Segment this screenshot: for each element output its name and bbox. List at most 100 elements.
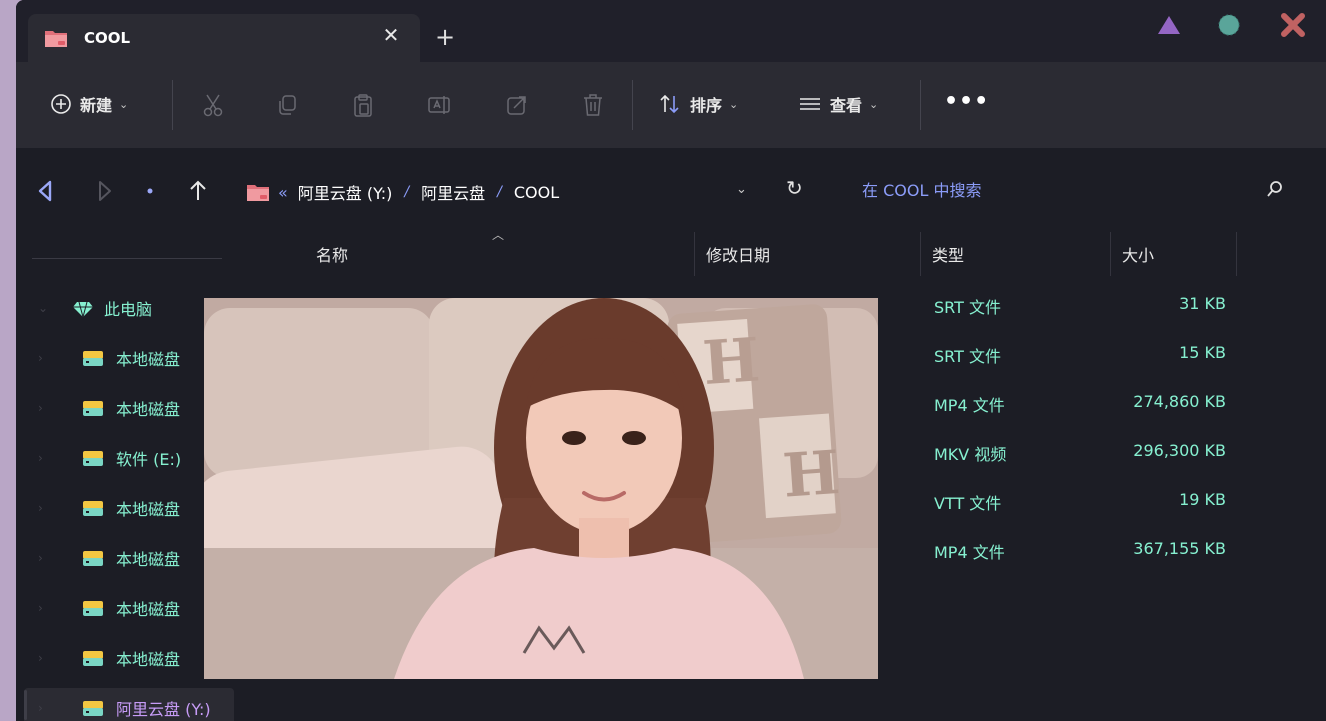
column-header-type[interactable]: 类型 [932,242,964,270]
drive-icon [83,701,103,716]
breadcrumb-folder[interactable]: 阿里云盘 [421,180,485,204]
search-icon[interactable] [1266,180,1284,200]
new-tab-button[interactable]: + [430,22,460,52]
view-label: 查看 [830,96,863,115]
svg-text:H: H [701,325,762,399]
view-button[interactable]: 查看 ⌄ [798,84,878,124]
tree-item-label: 本地磁盘 [116,350,181,369]
selection-indicator [24,690,27,720]
tree-item-drive[interactable]: › 本地磁盘 [24,338,234,378]
new-label: 新建 [80,96,113,115]
tree-item-drive[interactable]: › 本地磁盘 [24,388,234,428]
expand-chevron-icon[interactable]: › [38,401,43,415]
nav-pane-divider [32,258,222,259]
close-x-icon[interactable] [1278,12,1308,38]
address-history-chevron-icon[interactable]: ⌄ [736,182,747,197]
column-divider[interactable] [1236,232,1237,276]
circle-icon[interactable] [1214,12,1244,38]
tree-item-aliyun-drive[interactable]: › 阿里云盘 (Y:) [24,688,234,721]
chevron-down-icon: ⌄ [729,97,739,111]
up-arrow-icon[interactable] [188,178,208,204]
folder-icon [247,185,269,201]
column-header-date[interactable]: 修改日期 [706,242,770,270]
history-dot-icon[interactable] [144,178,156,204]
file-type: MP4 文件 [934,543,1005,562]
command-bar: 新建 ⌄ 排序 ⌄ 查看 ⌄ ••• [16,62,1326,148]
tree-item-drive[interactable]: › 本地磁盘 [24,488,234,528]
drive-icon [83,651,103,666]
chevron-down-icon: ⌄ [119,97,129,111]
tab-cool[interactable]: COOL ✕ [28,14,420,62]
expand-chevron-icon[interactable]: › [38,451,43,465]
file-size: 367,155 KB [1133,539,1226,558]
new-button[interactable]: 新建 ⌄ [50,84,128,124]
expand-chevron-icon[interactable]: › [38,651,43,665]
tree-item-label: 本地磁盘 [116,600,181,619]
breadcrumb-current[interactable]: COOL [514,183,559,202]
breadcrumb-separator: / [497,184,502,200]
breadcrumb-overflow[interactable]: « [278,183,288,202]
copy-icon[interactable] [274,92,300,118]
file-type: VTT 文件 [934,494,1002,513]
plus-circle-icon [51,94,71,114]
file-size: 19 KB [1179,490,1226,509]
sort-button[interactable]: 排序 ⌄ [658,84,738,124]
file-type: MKV 视频 [934,445,1007,464]
expand-chevron-icon[interactable]: ⌄ [38,301,48,315]
drive-icon [83,401,103,416]
column-header-size[interactable]: 大小 [1122,242,1154,270]
folder-icon [45,31,67,47]
explorer-window: COOL ✕ + 新建 ⌄ 排序 ⌄ 查看 ⌄ ••• « 阿里云盘 (Y:) … [16,0,1326,721]
rename-icon[interactable] [426,92,452,118]
file-size: 274,860 KB [1133,392,1226,411]
drive-icon [83,551,103,566]
column-divider[interactable] [1110,232,1111,276]
tree-item-drive[interactable]: › 本地磁盘 [24,538,234,578]
tree-item-drive[interactable]: › 本地磁盘 [24,588,234,628]
breadcrumb: « 阿里云盘 (Y:) / 阿里云盘 / COOL [246,180,559,204]
share-icon[interactable] [504,92,530,118]
more-options-button[interactable]: ••• [944,91,989,113]
back-icon[interactable] [36,178,54,204]
title-bar: COOL ✕ + [16,0,1326,62]
file-size: 31 KB [1179,294,1226,313]
photo-preview[interactable]: H H [204,298,878,679]
sort-icon [660,94,679,114]
column-divider[interactable] [694,232,695,276]
tree-item-drive[interactable]: › 本地磁盘 [24,638,234,678]
tree-item-this-pc[interactable]: ⌄ 此电脑 [24,288,234,328]
cut-icon[interactable] [200,92,226,118]
tree-item-label: 本地磁盘 [116,650,181,669]
triangle-icon[interactable] [1154,12,1184,38]
refresh-icon[interactable]: ↻ [786,176,803,200]
list-view-icon [800,98,820,110]
tree-item-drive[interactable]: › 软件 (E:) [24,438,234,478]
close-tab-button[interactable]: ✕ [376,23,406,47]
file-size: 296,300 KB [1133,441,1226,460]
expand-chevron-icon[interactable]: › [38,701,43,715]
tab-title: COOL [84,29,131,47]
tree-item-label: 阿里云盘 (Y:) [116,700,211,719]
tree-item-label: 本地磁盘 [116,400,181,419]
delete-icon[interactable] [580,92,606,118]
expand-chevron-icon[interactable]: › [38,601,43,615]
expand-chevron-icon[interactable]: › [38,351,43,365]
gem-icon [73,301,93,318]
tree-item-label: 本地磁盘 [116,500,181,519]
drive-icon [83,351,103,366]
breadcrumb-drive[interactable]: 阿里云盘 (Y:) [298,180,393,204]
expand-chevron-icon[interactable]: › [38,551,43,565]
column-header-name[interactable]: 名称 [316,242,348,270]
file-size: 15 KB [1179,343,1226,362]
file-type: SRT 文件 [934,298,1001,317]
divider [920,80,921,130]
drive-icon [83,601,103,616]
chevron-down-icon: ⌄ [869,97,879,111]
expand-chevron-icon[interactable]: › [38,501,43,515]
search-input[interactable] [852,170,1292,210]
column-divider[interactable] [920,232,921,276]
svg-text:H: H [781,438,842,512]
forward-icon[interactable] [96,178,114,204]
sort-ascending-icon: ︿ [492,228,505,242]
paste-icon[interactable] [350,92,376,118]
